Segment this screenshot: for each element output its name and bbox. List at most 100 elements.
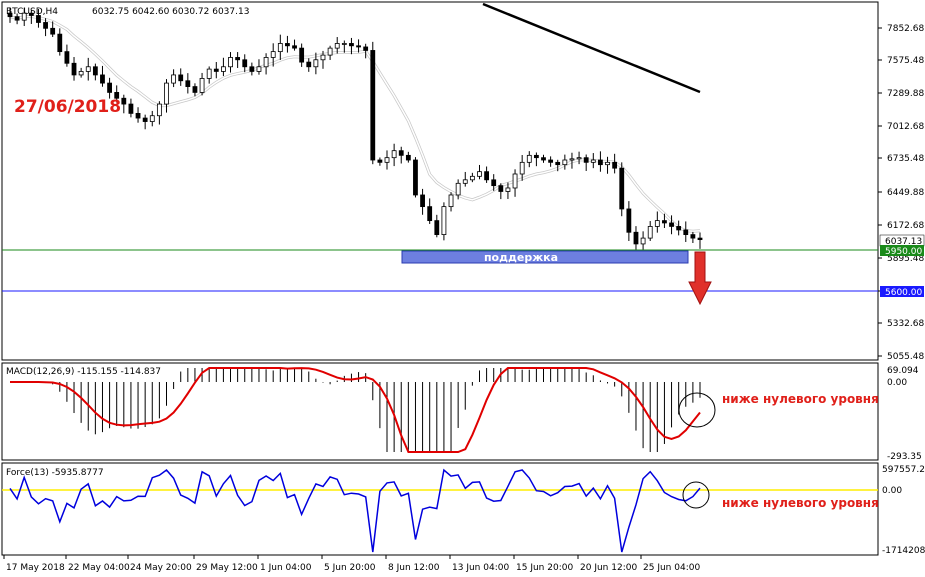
candle-body: [448, 194, 454, 208]
price-axis-label: 7575.48: [887, 56, 924, 66]
price-axis-label: 6449.88: [887, 188, 924, 198]
candle-body: [619, 167, 625, 210]
candle-body: [263, 57, 269, 68]
price-axis-label: 7852.68: [887, 24, 924, 34]
force-label: Force(13) -5935.8777: [6, 468, 104, 478]
support-label: поддержка: [484, 251, 558, 264]
price-tag-support-text: 5950.00: [885, 247, 922, 257]
price-axis-label: 5332.68: [887, 319, 924, 329]
candle-body: [213, 68, 219, 72]
candle-body: [569, 158, 575, 161]
candle-body: [156, 103, 162, 117]
candle-body: [235, 57, 241, 61]
candle-body: [370, 50, 376, 161]
ohlc-readout: 6032.75 6042.60 6030.72 6037.13: [92, 7, 249, 17]
candle-body: [164, 82, 169, 105]
candle-body: [676, 226, 682, 231]
candle-body: [548, 159, 554, 163]
time-axis-label: 8 Jun 12:00: [388, 563, 440, 573]
chart-symbol: BTCUSD,H4: [6, 7, 58, 17]
candle-body: [185, 80, 191, 87]
time-axis-label: 25 Jun 04:00: [643, 563, 700, 573]
candle-body: [135, 112, 141, 119]
candle-body: [462, 179, 468, 184]
time-axis-label: 20 Jun 12:00: [580, 563, 637, 573]
candle-body: [598, 159, 603, 166]
candle-body: [50, 27, 56, 35]
candle-body: [64, 51, 70, 64]
candle-body: [327, 47, 333, 56]
price-axis-label: 5055.48: [887, 352, 924, 362]
candle-body: [669, 222, 674, 227]
candle-body: [533, 154, 539, 159]
candle-body: [441, 206, 447, 235]
candle-body: [683, 229, 689, 235]
candle-body: [320, 54, 326, 61]
candle-body: [71, 62, 77, 76]
macd-panel[interactable]: [1, 362, 879, 461]
macd-label: MACD(12,26,9) -115.155 -114.837: [6, 367, 161, 377]
candle-body: [178, 74, 184, 82]
candle-body: [306, 61, 312, 68]
candle-body: [221, 66, 226, 72]
price-axis-label: 7012.68: [887, 122, 924, 132]
candle-body: [484, 171, 489, 181]
time-axis-label: 1 Jun 04:00: [260, 563, 312, 573]
candle-body: [78, 71, 84, 76]
candle-body: [128, 103, 134, 114]
time-axis-label: 22 May 04:00: [68, 563, 130, 573]
candle-body: [292, 45, 297, 49]
candle-body: [242, 59, 248, 68]
force-axis-label: -1714208: [882, 546, 925, 556]
candle-body: [455, 182, 461, 196]
candle-body: [14, 16, 20, 21]
candle-body: [505, 187, 511, 192]
candle-body: [690, 234, 696, 239]
candle-body: [633, 231, 639, 245]
candle-body: [256, 66, 262, 72]
candle-body: [228, 57, 233, 68]
candle-body: [541, 157, 546, 161]
macd-axis-label: 0.00: [887, 378, 907, 388]
candle-body: [192, 86, 198, 93]
candle-body: [519, 161, 525, 175]
candle-body: [384, 157, 390, 163]
candle-body: [85, 66, 91, 72]
candle-body: [285, 43, 290, 47]
price-panel[interactable]: [1, 1, 879, 361]
candle-body: [299, 47, 305, 63]
candle-body: [491, 179, 497, 187]
macd-axis-label: 69.094: [887, 366, 919, 376]
macd-annotation: ниже нулевого уровня: [722, 392, 879, 406]
candle-body: [590, 159, 596, 163]
candle-body: [334, 43, 340, 49]
candle-body: [249, 66, 255, 72]
candle-body: [149, 115, 155, 122]
candle-body: [391, 150, 397, 159]
candle-body: [654, 220, 660, 227]
candle-body: [647, 226, 653, 239]
candle-body: [107, 82, 112, 93]
candle-body: [612, 161, 618, 169]
macd-axis-label: -293.35: [887, 452, 922, 462]
time-axis-label: 13 Jun 04:00: [452, 563, 509, 573]
candle-body: [43, 22, 48, 29]
time-axis-label: 15 Jun 20:00: [516, 563, 573, 573]
candle-body: [526, 154, 532, 163]
candle-body: [277, 43, 283, 53]
price-axis-label: 6735.48: [887, 154, 924, 164]
time-axis-label: 24 May 20:00: [130, 563, 192, 573]
chart-svg[interactable]: 7852.68 7575.48 7289.88 7012.68 6735.48 6449.…: [0, 0, 925, 577]
time-axis-label: 5 Jun 20:00: [324, 563, 376, 573]
candle-body: [420, 194, 425, 208]
time-axis-label: 29 May 12:00: [196, 563, 258, 573]
candle-body: [171, 74, 177, 84]
candle-body: [405, 154, 411, 161]
candle-body: [697, 237, 703, 241]
candle-body: [562, 159, 568, 166]
candle-body: [662, 220, 667, 224]
candle-body: [57, 33, 63, 53]
candle-body: [477, 171, 482, 177]
date-label: 27/06/2018: [14, 97, 121, 117]
price-axis-label: 7289.88: [887, 89, 924, 99]
